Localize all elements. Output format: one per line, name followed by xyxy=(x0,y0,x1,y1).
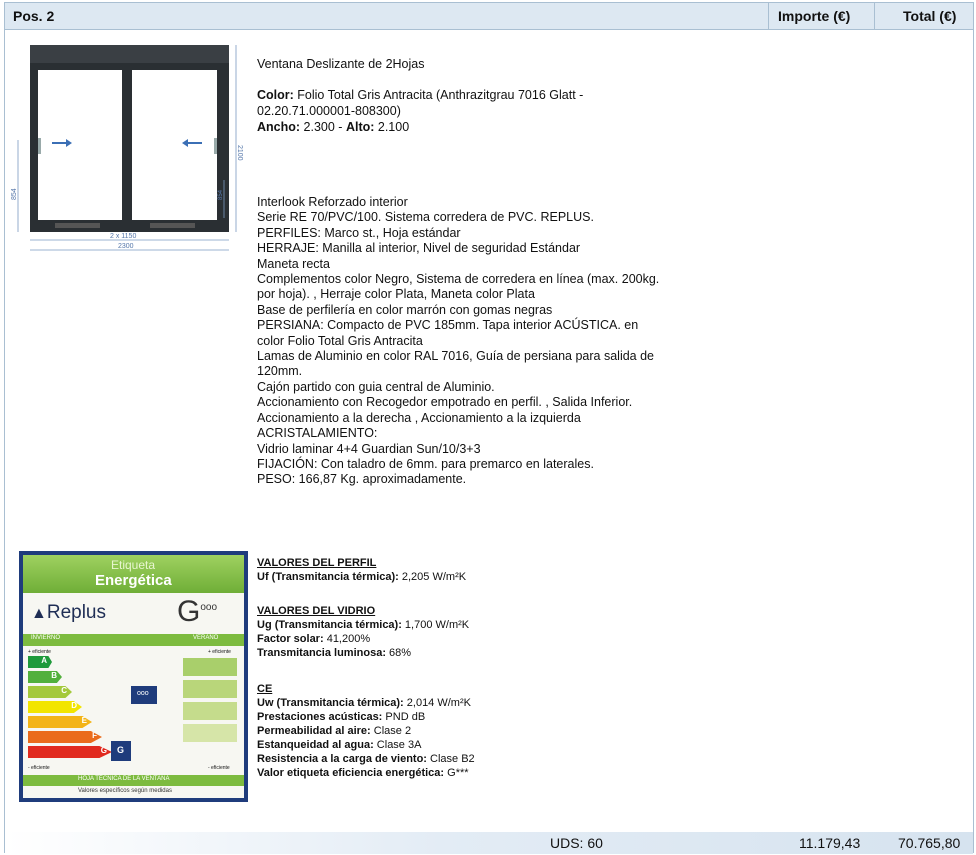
g-badge: G xyxy=(111,741,131,761)
more-efficient-right: + eficiente xyxy=(208,649,231,655)
window-drawing: 2100 854 854 2 x 1150 2300 xyxy=(11,45,243,251)
label-footer-note: Valores específicos según medidas xyxy=(78,788,172,794)
left-dimension: 854 xyxy=(11,188,18,200)
vidrio-transmitancia-luminosa: Transmitancia luminosa: 68% xyxy=(257,647,412,659)
label-footer-title: HOJA TÉCNICA DE LA VENTANA xyxy=(78,776,170,782)
description-line: por hoja). , Herraje color Plata, Maneta… xyxy=(257,287,535,302)
label-footer-band: HOJA TÉCNICA DE LA VENTANA xyxy=(23,775,244,786)
height-dimension: 2100 xyxy=(236,145,243,161)
efficiency-bar-f: F xyxy=(28,731,102,743)
product-title: Ventana Deslizante de 2Hojas xyxy=(257,57,425,71)
total-value: 70.765,80 xyxy=(898,835,961,851)
product-color-code: 02.20.71.000001-808300) xyxy=(257,104,401,118)
perfil-title: VALORES DEL PERFIL xyxy=(257,557,377,569)
mid-dimension: 854 xyxy=(218,189,224,200)
vidrio-factor-solar: Factor solar: 41,200% xyxy=(257,633,371,645)
more-efficient-left: + eficiente xyxy=(28,649,51,655)
description-line: Accionamiento a la derecha , Accionamien… xyxy=(257,410,581,425)
efficiency-bar-c: C xyxy=(28,686,72,698)
ce-acusticas: Prestaciones acústicas: PND dB xyxy=(257,711,426,723)
total-column-header: Total (€) xyxy=(903,8,957,24)
description-line: HERRAJE: Manilla al interior, Nivel de s… xyxy=(257,241,581,256)
efficiency-bar-a: A xyxy=(28,656,52,668)
perfil-uf: Uf (Transmitancia térmica): 2,205 W/m²K xyxy=(257,571,467,583)
energy-class-big: Gooo xyxy=(177,595,218,628)
description-line: ACRISTALAMIENTO: xyxy=(257,426,378,441)
ce-uw: Uw (Transmitancia térmica): 2,014 W/m²K xyxy=(257,697,471,709)
product-color: Color: Folio Total Gris Antracita (Anthr… xyxy=(257,88,584,102)
units-count: UDS: 60 xyxy=(550,835,603,851)
description-line: Base de perfilería en color marrón con g… xyxy=(257,302,553,317)
position-label: Pos. 2 xyxy=(13,8,55,24)
column-divider xyxy=(768,3,769,29)
total-width-label: 2300 xyxy=(118,243,134,250)
efficiency-bar-e: E xyxy=(28,716,92,728)
season-band: INVIERNO VERANO xyxy=(23,634,244,646)
replus-triangle-icon: ▲ xyxy=(31,605,47,622)
description-line: FIJACIÓN: Con taladro de 6mm. para prema… xyxy=(257,456,594,471)
table-header: Pos. 2 Importe (€) Total (€) xyxy=(5,3,973,30)
width-label: 2 x 1150 xyxy=(110,233,136,240)
totals-row: UDS: 60 11.179,43 70.765,80 xyxy=(5,832,973,854)
energy-label-title-2: Energética xyxy=(95,572,172,589)
ce-etiqueta-eficiencia: Valor etiqueta eficiencia energética: G*… xyxy=(257,767,469,779)
description-line: Lamas de Aluminio en color RAL 7016, Guí… xyxy=(257,349,655,364)
description-line: Interlook Reforzado interior xyxy=(257,195,408,209)
description-line: Maneta recta xyxy=(257,256,330,271)
efficiency-bar-g: G xyxy=(28,746,112,758)
replus-logo: ▲Replus xyxy=(31,602,106,623)
energy-label-header: Etiqueta Energética xyxy=(23,555,244,593)
less-efficient-right: - eficiente xyxy=(208,765,230,771)
energy-label-title-1: Etiqueta xyxy=(111,558,156,572)
vidrio-ug: Ug (Transmitancia térmica): 1,700 W/m²K xyxy=(257,619,470,631)
energy-label: Etiqueta Energética ▲Replus Gooo INVIERN… xyxy=(19,551,248,802)
description-line: PERFILES: Marco st., Hoja estándar xyxy=(257,225,461,240)
description-line: Cajón partido con guia central de Alumin… xyxy=(257,379,495,394)
vidrio-title: VALORES DEL VIDRIO xyxy=(257,605,376,617)
ce-estanqueidad: Estanqueidad al agua: Clase 3A xyxy=(257,739,422,751)
importe-column-header: Importe (€) xyxy=(778,8,851,24)
efficiency-bar-d: D xyxy=(28,701,82,713)
ce-title: CE xyxy=(257,683,273,695)
rating-badge: ooo xyxy=(131,686,157,704)
ce-resistencia-viento: Resistencia a la carga de viento: Clase … xyxy=(257,753,475,765)
importe-value: 11.179,43 xyxy=(799,835,861,851)
product-dimensions: Ancho: 2.300 - Alto: 2.100 xyxy=(257,120,410,134)
description-line: Vidrio laminar 4+4 Guardian Sun/10/3+3 xyxy=(257,441,481,456)
description-line: Complementos color Negro, Sistema de cor… xyxy=(257,272,660,287)
description-line: PESO: 166,87 Kg. aproximadamente. xyxy=(257,472,467,487)
efficiency-bar-b: B xyxy=(28,671,62,683)
product-description: Interlook Reforzado interior Serie RE 70/… xyxy=(257,195,757,488)
description-line: PERSIANA: Compacto de PVC 185mm. Tapa in… xyxy=(257,318,639,333)
verano-label: VERANO xyxy=(193,635,219,641)
column-divider xyxy=(874,3,875,29)
ce-permeabilidad: Permeabilidad al aire: Clase 2 xyxy=(257,725,412,737)
less-efficient-left: - eficiente xyxy=(28,765,50,771)
description-line: Accionamiento con Recogedor empotrado en… xyxy=(257,395,633,410)
description-line: 120mm. xyxy=(257,364,303,379)
description-line: color Folio Total Gris Antracita xyxy=(257,333,423,348)
invierno-label: INVIERNO xyxy=(31,635,61,641)
description-line: Serie RE 70/PVC/100. Sistema corredera d… xyxy=(257,210,594,225)
